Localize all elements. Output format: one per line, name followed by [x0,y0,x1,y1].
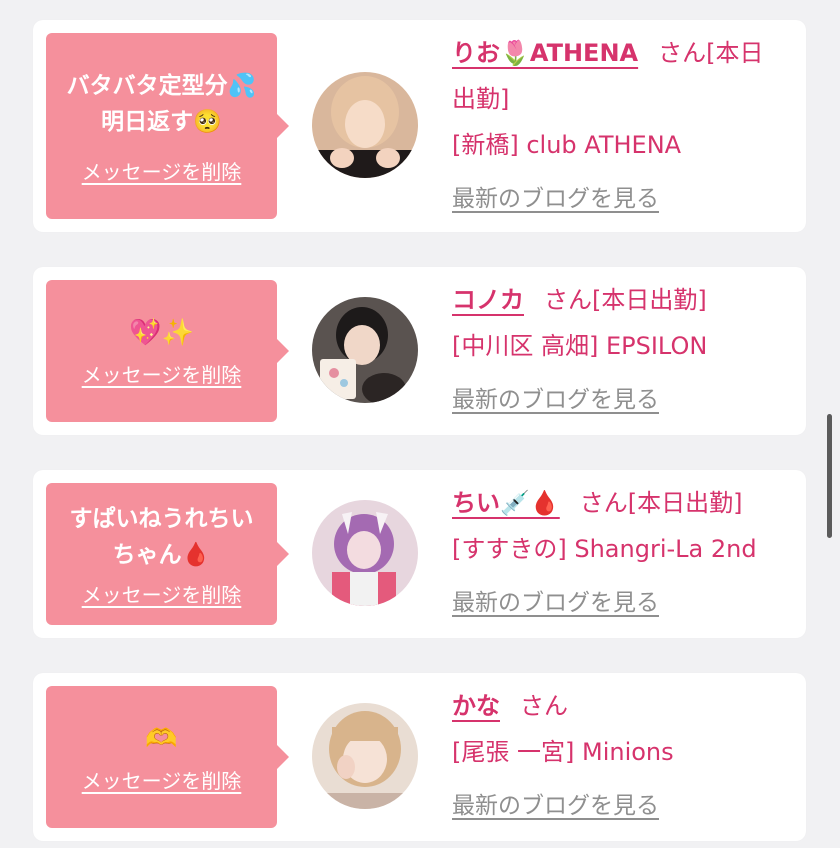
message-bubble: 🫶 メッセージを削除 [46,686,289,828]
message-card: バタバタ定型分💦 明日返す🥺 メッセージを削除 りお🌷ATHENA さん[本日出勤… [33,20,806,232]
honorific: さん [658,39,707,67]
avatar[interactable] [312,72,418,178]
avatar[interactable] [312,703,418,809]
shop-name: [すすきの] Shangri-La 2nd [452,535,757,563]
cast-info: コノカ さん[本日出勤] [中川区 高畑] EPSILON 最新のブログを見る [452,277,787,423]
scrollbar[interactable] [827,414,832,538]
message-bubble: すぱいねうれちい ちゃん🩸 メッセージを削除 [46,483,289,625]
latest-blog-link[interactable]: 最新のブログを見る [452,783,787,829]
message-list: バタバタ定型分💦 明日返す🥺 メッセージを削除 りお🌷ATHENA さん[本日出勤… [0,0,840,848]
cast-info: かな さん [尾張 一宮] Minions 最新のブログを見る [452,683,787,829]
latest-blog-link[interactable]: 最新のブログを見る [452,176,787,222]
latest-blog-link[interactable]: 最新のブログを見る [452,377,787,423]
shop-name: [尾張 一宮] Minions [452,738,674,766]
honorific: さん [520,692,568,720]
message-card: 💖✨ メッセージを削除 コノカ さん[本日出勤] [中川区 高畑] EPSILON… [33,267,806,435]
message-text: 🫶 [145,723,178,754]
cast-name-link[interactable]: コノカ [452,286,524,314]
cast-name-link[interactable]: ちい💉🩸 [452,489,560,517]
avatar[interactable] [312,297,418,403]
cast-info: ちい💉🩸 さん[本日出勤] [すすきの] Shangri-La 2nd 最新のブロ… [452,480,787,626]
message-bubble: バタバタ定型分💦 明日返す🥺 メッセージを削除 [46,33,289,219]
message-card: すぱいねうれちい ちゃん🩸 メッセージを削除 ちい💉🩸 さん[本日出勤] [すすき… [33,470,806,638]
avatar[interactable] [312,500,418,606]
message-card: 🫶 メッセージを削除 かな さん [尾張 一宮] Minions 最新のブログを見… [33,673,806,841]
message-text: 💖✨ [129,317,194,348]
message-bubble: 💖✨ メッセージを削除 [46,280,289,422]
delete-message-link[interactable]: メッセージを削除 [82,156,242,185]
cast-name-link[interactable]: かな [452,692,500,720]
attendance-status: [本日出勤] [592,286,707,314]
attendance-status: [本日出勤] [627,489,743,517]
honorific: さん [544,286,592,314]
latest-blog-link[interactable]: 最新のブログを見る [452,580,787,626]
delete-message-link[interactable]: メッセージを削除 [82,765,242,794]
shop-name: [新橋] club ATHENA [452,131,682,159]
shop-name: [中川区 高畑] EPSILON [452,332,708,360]
delete-message-link[interactable]: メッセージを削除 [82,579,242,608]
message-text: すぱいねうれちい ちゃん🩸 [69,505,254,568]
honorific: さん [579,489,628,517]
cast-info: りお🌷ATHENA さん[本日出勤] [新橋] club ATHENA 最新のブロ… [452,30,787,222]
message-text: バタバタ定型分💦 明日返す🥺 [66,72,257,135]
cast-name-link[interactable]: りお🌷ATHENA [452,39,638,67]
delete-message-link[interactable]: メッセージを削除 [82,359,242,388]
